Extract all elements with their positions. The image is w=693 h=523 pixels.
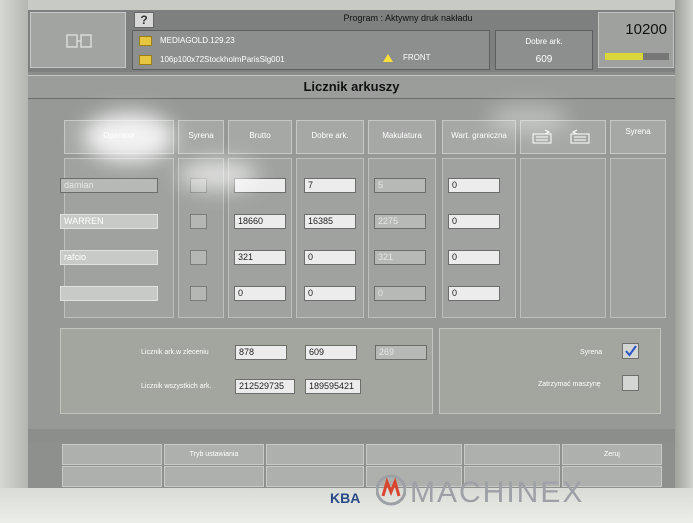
- job-name: MEDIAGOLD.129.23: [160, 36, 235, 45]
- waste-2: 2275: [374, 214, 426, 229]
- softkey-8[interactable]: [164, 466, 264, 487]
- setup-mode-softkey[interactable]: Tryb ustawiania: [164, 444, 264, 465]
- waste-3: 321: [374, 250, 426, 265]
- watermark: KBA MACHINEX: [330, 470, 670, 520]
- reset-softkey[interactable]: Zeruj: [562, 444, 662, 465]
- glare-1: [84, 112, 174, 162]
- maker-logo: KBA: [330, 490, 361, 506]
- check-icon: [625, 345, 637, 357]
- summary-panel: Licznik ark.w zleceniu 878 609 269 Liczn…: [60, 328, 433, 414]
- column-brutto: Brutto: [228, 120, 292, 154]
- front-label: FRONT: [403, 53, 431, 62]
- order-counter-label: Licznik ark.w zleceniu: [141, 349, 209, 356]
- glare-2: [178, 160, 258, 190]
- icon-panel: [520, 158, 606, 318]
- operator-name-1[interactable]: damian: [60, 178, 158, 193]
- good-2: 16385: [304, 214, 356, 229]
- front-indicator: FRONT: [383, 53, 431, 62]
- job-file: 106p100x72StockholmParisSlg001: [160, 55, 285, 64]
- brutto-2: 18660: [234, 214, 286, 229]
- warning-icon: [383, 53, 393, 62]
- siren-2-panel: [610, 158, 666, 318]
- softkey-3[interactable]: [266, 444, 364, 465]
- softkey-5[interactable]: [464, 444, 560, 465]
- limit-4[interactable]: 0: [448, 286, 500, 301]
- waste-1: 5: [374, 178, 426, 193]
- column-good: Dobre ark.: [296, 120, 364, 154]
- help-button[interactable]: ?: [134, 12, 154, 28]
- good-sheets-value: 609: [535, 54, 553, 65]
- order-good: 609: [305, 345, 357, 360]
- limit-3[interactable]: 0: [448, 250, 500, 265]
- softkey-7[interactable]: [62, 466, 162, 487]
- siren-checkbox-2[interactable]: [190, 214, 207, 229]
- good-4: 0: [304, 286, 356, 301]
- limit-1[interactable]: 0: [448, 178, 500, 193]
- total-good: 189595421: [305, 379, 361, 394]
- good-sheets-label: Dobre ark.: [525, 37, 563, 46]
- watermark-brand: MACHINEX: [410, 476, 585, 509]
- speed-bar-fill: [605, 53, 643, 60]
- column-waste: Makulatura: [368, 120, 436, 154]
- brutto-3: 321: [234, 250, 286, 265]
- speed-counter: 10200: [598, 12, 674, 68]
- good-sheets-box: Dobre ark. 609: [495, 30, 593, 70]
- limit-2[interactable]: 0: [448, 214, 500, 229]
- siren-checkbox-3[interactable]: [190, 250, 207, 265]
- screen: ? Program : Aktywny druk nakładu MEDIAGO…: [28, 10, 675, 488]
- bezel-right: [675, 0, 693, 523]
- press-icon: [66, 34, 92, 48]
- good-1: 7: [304, 178, 356, 193]
- softkey-4[interactable]: [366, 444, 462, 465]
- siren-checkbox-4[interactable]: [190, 286, 207, 301]
- stop-machine-checkbox[interactable]: [622, 375, 639, 391]
- order-waste: 269: [375, 345, 427, 360]
- folder-icon: [139, 54, 152, 65]
- options-panel: Syrena Zatrzymać maszynę: [439, 328, 661, 414]
- bezel-left: [0, 0, 28, 523]
- waste-4: 0: [374, 286, 426, 301]
- home-button[interactable]: [30, 12, 126, 68]
- siren-option-label: Syrena: [580, 349, 603, 356]
- title-bar: Licznik arkuszy: [28, 75, 675, 99]
- order-brutto: 878: [235, 345, 287, 360]
- operator-name-4[interactable]: [60, 286, 158, 301]
- job-line-2: 106p100x72StockholmParisSlg001: [139, 52, 285, 68]
- folder-icon: [139, 35, 152, 46]
- softkey-1[interactable]: [62, 444, 162, 465]
- job-info[interactable]: MEDIAGOLD.129.23 106p100x72StockholmPari…: [132, 30, 585, 70]
- job-line-1: MEDIAGOLD.129.23: [139, 33, 235, 49]
- sheet-delivery-icon: [570, 129, 590, 144]
- good-3: 0: [304, 250, 356, 265]
- column-siren-2: Syrena: [610, 120, 666, 154]
- operator-name-3[interactable]: rafcio: [60, 250, 158, 265]
- operator-name-2[interactable]: WARREN: [60, 214, 158, 229]
- brutto-4: 0: [234, 286, 286, 301]
- total-counter-label: Licznik wszystkich ark.: [141, 383, 212, 390]
- machinex-logo-icon: [376, 474, 406, 506]
- stop-machine-label: Zatrzymać maszynę: [538, 381, 601, 388]
- siren-checkbox[interactable]: [622, 343, 639, 359]
- top-bar: ? Program : Aktywny druk nakładu MEDIAGO…: [28, 10, 675, 72]
- glare-3: [488, 105, 568, 133]
- speed-value: 10200: [625, 21, 667, 38]
- total-brutto: 212529735: [235, 379, 295, 394]
- page-title: Licznik arkuszy: [303, 79, 400, 94]
- column-syrena: Syrena: [178, 120, 224, 154]
- program-title: Program : Aktywny druk nakładu: [343, 13, 473, 23]
